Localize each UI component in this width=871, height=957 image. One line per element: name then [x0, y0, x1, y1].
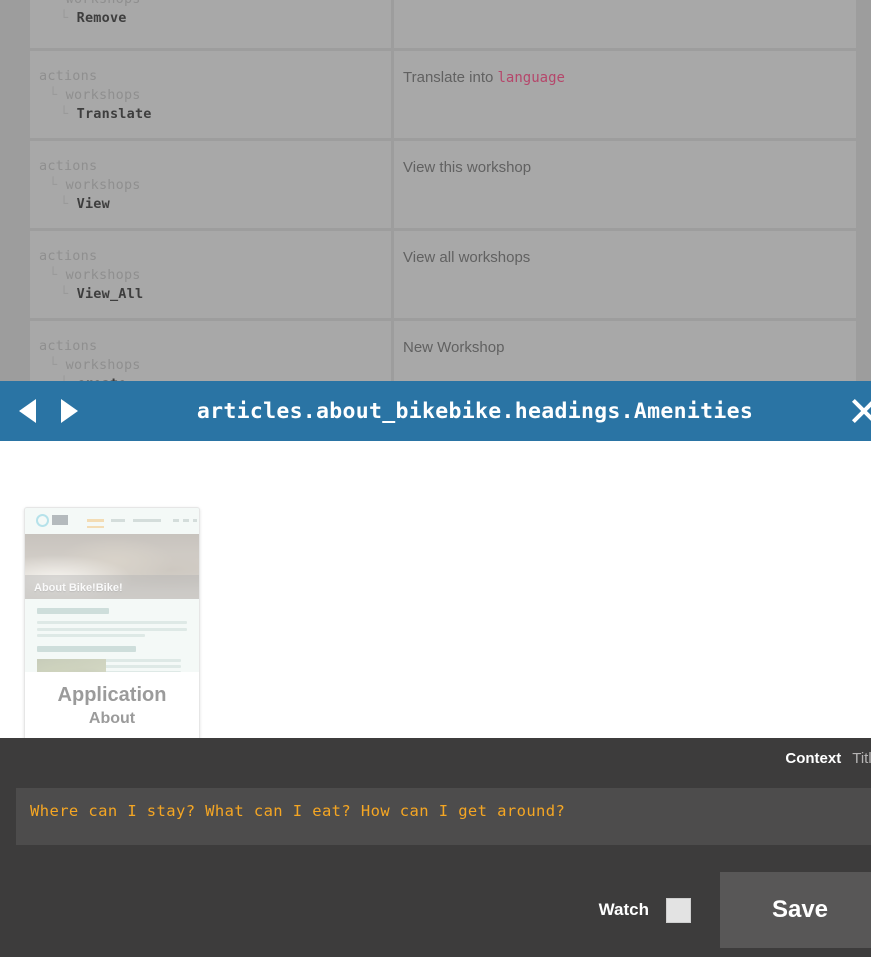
modal-body: About Bike!Bike! [0, 441, 871, 738]
translation-editor-modal: articles.about_bikebike.headings.Ameniti… [0, 381, 871, 957]
save-button[interactable]: Save [720, 872, 871, 948]
modal-header: articles.about_bikebike.headings.Ameniti… [0, 381, 871, 441]
table-cell-key: actions └ workshops └ View [30, 141, 394, 228]
key-segment: └ workshops [49, 87, 141, 103]
tree-branch-icon: └ [60, 196, 77, 212]
translation-value: Translate into language [403, 69, 565, 86]
table-cell-value: View all workshops [394, 231, 856, 318]
interpolation-variable: language [497, 70, 565, 86]
table-row[interactable]: actions └ workshops └ View View this worksh… [30, 141, 856, 231]
thumbnail-overlay [25, 508, 199, 672]
tree-branch-icon: └ [49, 267, 66, 283]
tree-branch-icon: └ [60, 10, 77, 26]
close-icon [849, 396, 871, 426]
card-caption: Application About [25, 672, 199, 738]
page-thumbnail: About Bike!Bike! [25, 508, 199, 672]
next-key-button[interactable] [48, 381, 90, 441]
watch-checkbox[interactable] [666, 897, 691, 923]
key-segment: actions [39, 68, 98, 84]
key-segment: └ Translate [60, 106, 152, 122]
table-row[interactable]: actions └ workshops └ View_All View all wor… [30, 231, 856, 321]
close-modal-button[interactable] [834, 381, 871, 441]
key-segment: └ View [60, 196, 110, 212]
tree-branch-icon: └ [49, 357, 66, 373]
watch-label: Watch [598, 900, 649, 919]
editor-tabs: Context Title [16, 738, 871, 776]
card-subtitle: About [88, 710, 136, 727]
editor-panel: Context Title Watch Save [0, 738, 871, 957]
key-segment: actions [39, 248, 98, 264]
table-row[interactable]: actions └ workshops └ Translate Translate i… [30, 51, 856, 141]
table-cell-key: └ workshops└ Remove [30, 0, 394, 48]
triangle-right-icon [60, 399, 78, 423]
key-segment: └ Remove [60, 10, 127, 26]
key-segment: └ workshops [49, 357, 141, 373]
translation-value: View this workshop [403, 159, 532, 176]
application-preview-card[interactable]: About Bike!Bike! [24, 507, 200, 738]
key-segment: actions [39, 158, 98, 174]
tab-title[interactable]: Title [852, 750, 871, 767]
key-segment: └ View_All [60, 286, 144, 302]
triangle-left-icon [18, 399, 36, 423]
previous-key-button[interactable] [6, 381, 48, 441]
card-title: Application [57, 684, 167, 706]
key-segment: └ workshops [49, 177, 141, 193]
tree-branch-icon: └ [60, 286, 77, 302]
table-cell-value [394, 0, 856, 48]
translation-value: New Workshop [403, 339, 505, 356]
key-segment: └ workshops [39, 0, 391, 9]
app-root: └ workshops└ Removeactions└ workshops└ T… [0, 0, 871, 957]
table-cell-value: Translate into language [394, 51, 856, 138]
translation-input[interactable] [16, 788, 871, 845]
tree-branch-icon: └ [49, 177, 66, 193]
tab-context[interactable]: Context [785, 750, 841, 767]
modal-title: articles.about_bikebike.headings.Ameniti… [196, 398, 754, 424]
table-cell-value: View this workshop [394, 141, 856, 228]
table-row[interactable]: └ workshops└ Remove [30, 0, 856, 51]
tree-branch-icon: └ [60, 106, 77, 122]
table-cell-key: actions └ workshops └ View_All [30, 231, 394, 318]
tree-branch-icon: └ [49, 87, 66, 103]
tree-branch-icon: └ [49, 0, 66, 7]
table-cell-key: actions └ workshops └ Translate [30, 51, 394, 138]
key-segment: └ workshops [49, 267, 141, 283]
editor-actions: Watch Save [599, 872, 871, 948]
translation-value: View all workshops [403, 249, 531, 266]
key-segment: actions [39, 338, 98, 354]
